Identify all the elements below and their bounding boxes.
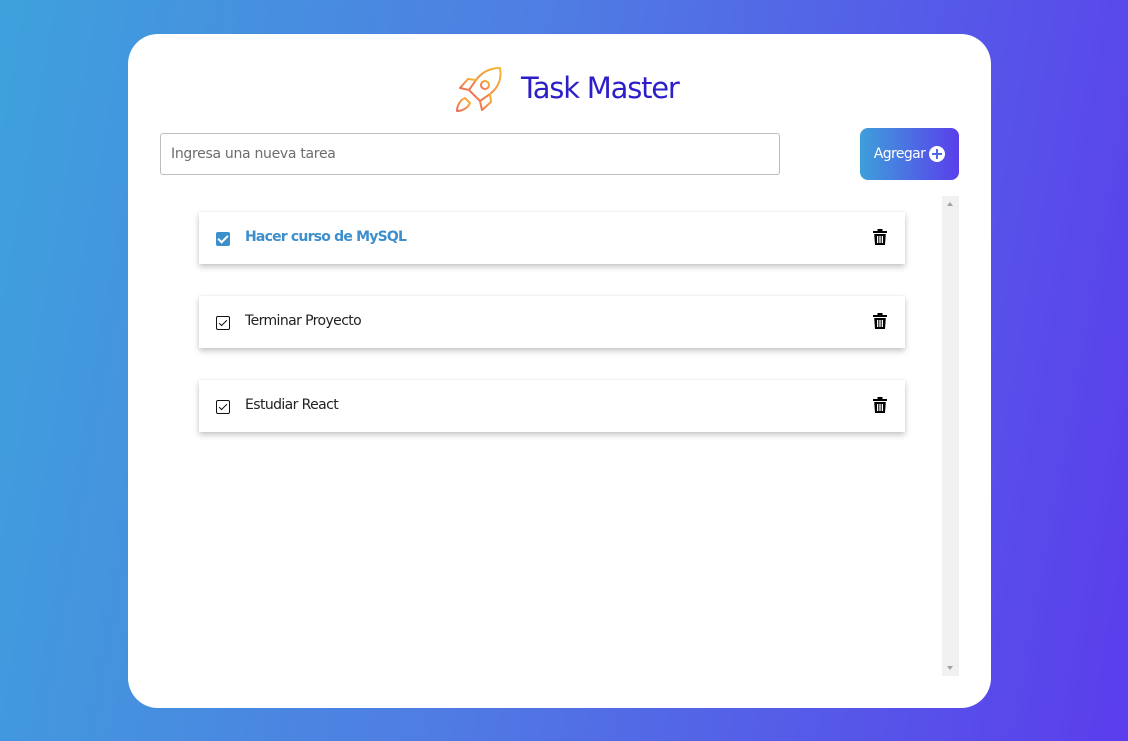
app-title: Task Master xyxy=(521,71,680,105)
task-label: Estudiar React xyxy=(245,397,339,413)
task-checkbox[interactable] xyxy=(216,400,230,414)
task-item: Estudiar React xyxy=(199,380,905,432)
scroll-up-arrow-icon[interactable] xyxy=(947,202,953,206)
new-task-input[interactable] xyxy=(160,133,780,175)
add-task-button[interactable]: Agregar xyxy=(860,128,959,180)
task-checkbox[interactable] xyxy=(216,232,230,246)
task-item: Hacer curso de MySQL xyxy=(199,212,905,264)
trash-icon[interactable] xyxy=(873,313,887,329)
trash-icon[interactable] xyxy=(873,397,887,413)
plus-circle-icon xyxy=(929,146,946,162)
trash-icon[interactable] xyxy=(873,229,887,245)
task-list-scrollbar[interactable] xyxy=(942,196,959,676)
rocket-icon xyxy=(454,64,504,114)
task-label: Terminar Proyecto xyxy=(245,313,362,329)
add-button-label: Agregar xyxy=(873,146,926,162)
scroll-down-arrow-icon[interactable] xyxy=(947,666,953,670)
task-list[interactable] xyxy=(160,196,960,676)
task-label: Hacer curso de MySQL xyxy=(245,229,407,245)
task-item: Terminar Proyecto xyxy=(199,296,905,348)
task-checkbox[interactable] xyxy=(216,316,230,330)
